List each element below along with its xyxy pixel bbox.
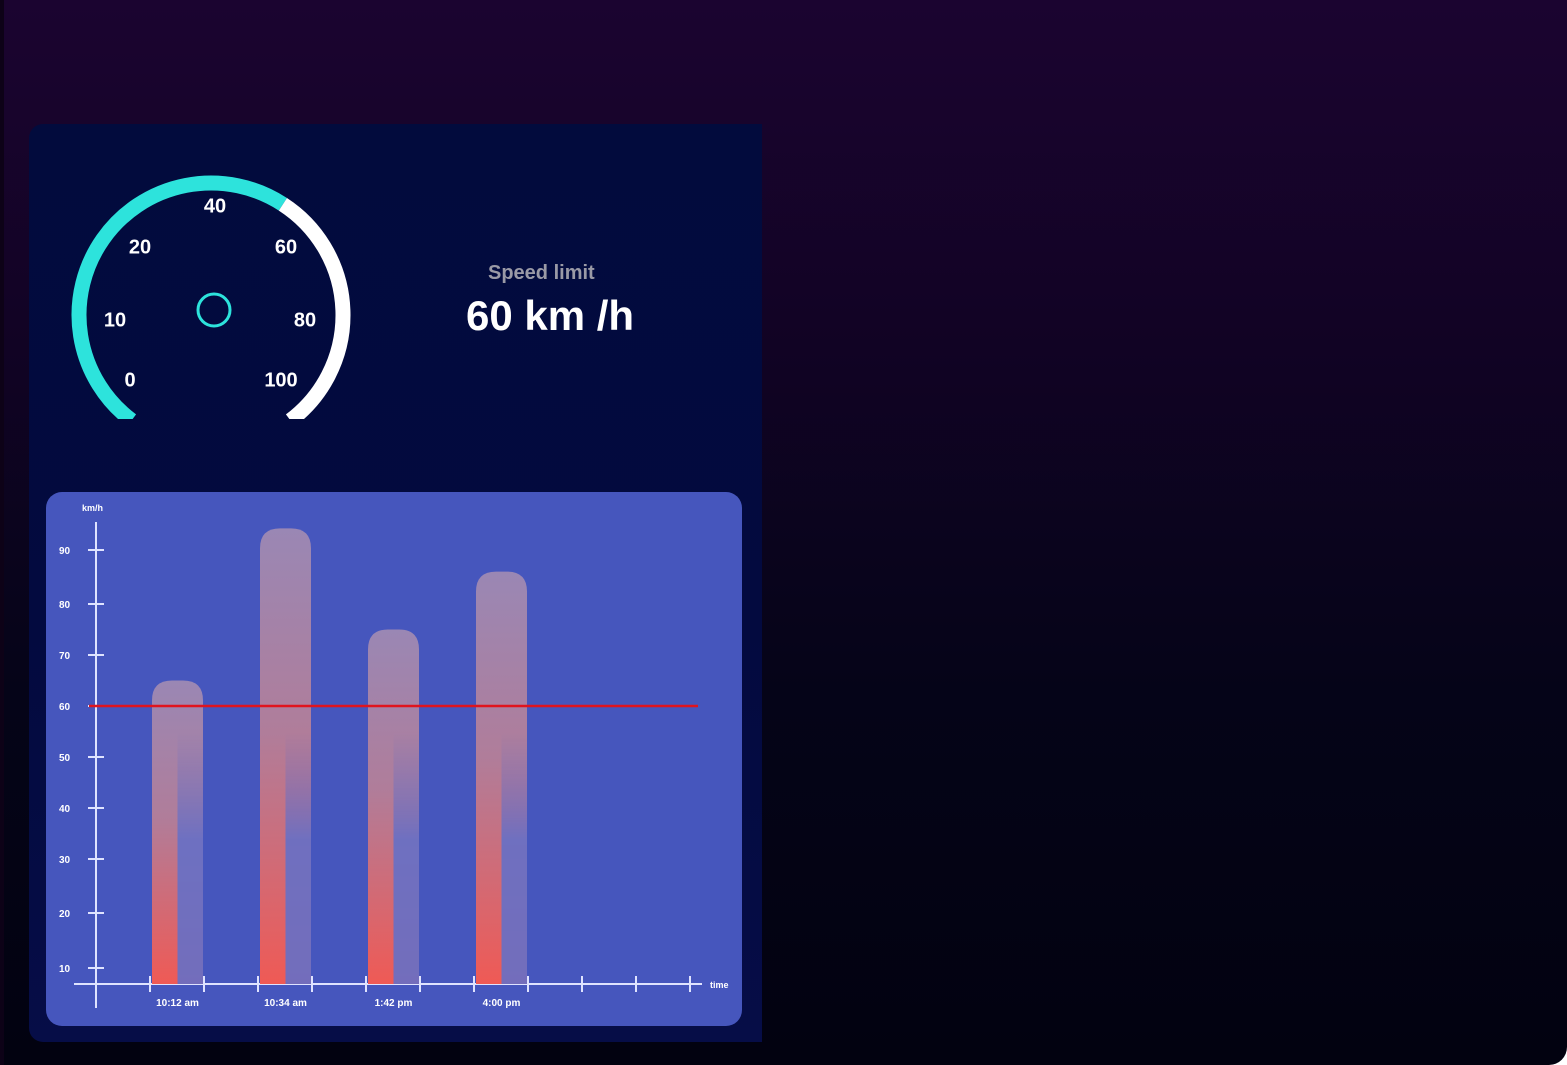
speedometer-gauge: 0 10 20 40 60 80 100	[69, 169, 369, 419]
bar-shade	[285, 528, 311, 984]
bar	[476, 571, 527, 984]
bar	[152, 680, 203, 984]
y-tick-label: 30	[59, 855, 71, 866]
gauge-label-10: 10	[103, 309, 127, 332]
y-tick-label: 50	[59, 753, 71, 764]
speed-history-chart: km/h time 10 20 30 40 50 60 70 80 90 10:12 am 10:34 …	[46, 492, 742, 1026]
bar-shade	[177, 680, 203, 984]
y-tick-label: 70	[59, 651, 71, 662]
gauge-label-80: 80	[293, 309, 317, 332]
x-axis-title: time	[710, 980, 729, 990]
speed-limit-title: Speed limit	[488, 262, 595, 284]
y-tick-label: 40	[59, 804, 71, 815]
x-category-label: 1:42 pm	[375, 998, 413, 1009]
x-category-label: 4:00 pm	[483, 998, 521, 1009]
gauge-label-20: 20	[128, 236, 152, 259]
app-window: 0 10 20 40 60 80 100 Speed limit 60 km /…	[0, 0, 1567, 1065]
y-tick-label: 80	[59, 600, 71, 611]
y-axis-title: km/h	[82, 503, 103, 513]
bar-shade	[393, 629, 419, 984]
y-tick-label: 90	[59, 546, 71, 557]
gauge-label-100: 100	[264, 369, 298, 392]
speed-panel: 0 10 20 40 60 80 100 Speed limit 60 km /…	[29, 124, 762, 1042]
y-tick-label: 20	[59, 909, 71, 920]
speed-limit-value: 60 km /h	[466, 292, 635, 339]
gauge-label-40: 40	[203, 195, 227, 218]
gauge-label-0: 0	[124, 369, 136, 392]
gauge-active-arc	[71, 175, 287, 419]
gauge-label-60: 60	[274, 236, 298, 259]
y-tick-label: 10	[59, 964, 71, 975]
y-tick-label: 60	[59, 702, 71, 713]
bar	[260, 528, 311, 984]
bar	[368, 629, 419, 984]
chart-canvas: km/h time 10 20 30 40 50 60 70 80 90 10:12 am 10:34 …	[59, 503, 729, 1009]
x-category-label: 10:12 am	[156, 998, 199, 1009]
bar-shade	[501, 571, 527, 984]
hub-circle-icon	[196, 292, 232, 328]
x-category-label: 10:34 am	[264, 998, 307, 1009]
